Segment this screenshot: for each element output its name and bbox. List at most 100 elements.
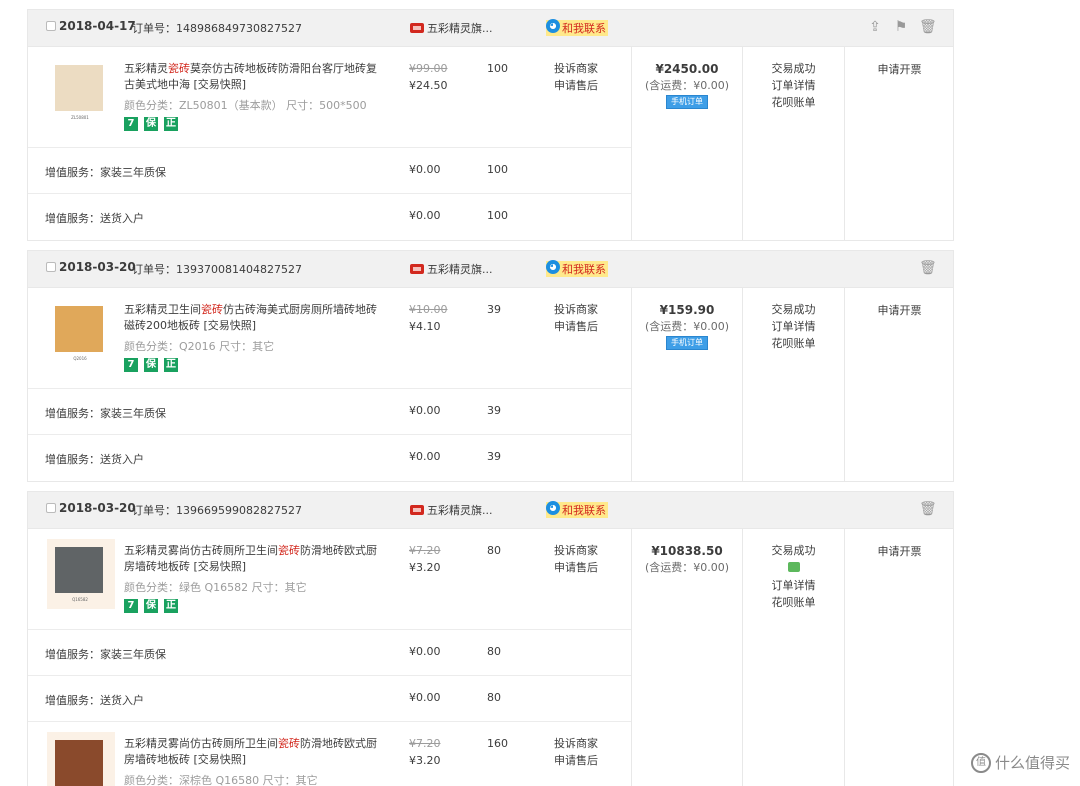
order-detail-link[interactable]: 订单详情 xyxy=(743,577,844,594)
order-checkbox[interactable] xyxy=(46,262,56,272)
service-label: 增值服务：送货入户 xyxy=(45,453,144,466)
order-date: 2018-03-20 xyxy=(59,260,136,274)
service-price: ¥0.00 xyxy=(409,404,441,417)
complain-seller-link[interactable]: 投诉商家 xyxy=(554,735,598,752)
order-date: 2018-03-20 xyxy=(59,501,136,515)
original-price: ¥10.00 xyxy=(409,303,448,316)
service-row: 增值服务：家装三年质保 ¥0.00 100 xyxy=(28,148,631,194)
product-title-link[interactable]: 五彩精灵卫生间瓷砖仿古砖海美式厨房厕所墙砖地砖磁砖200地板砖 [交易快照] xyxy=(124,302,379,334)
smzdm-logo-icon: 值 xyxy=(970,752,991,773)
product-image[interactable] xyxy=(47,732,115,786)
seven-day-return-icon[interactable]: 7 xyxy=(124,358,138,372)
service-label: 增值服务：送货入户 xyxy=(45,212,144,225)
mobile-order-tag: 手机订单 xyxy=(666,336,708,350)
shop-link[interactable]: 五彩精灵旗... xyxy=(410,502,493,518)
mobile-order-tag: 手机订单 xyxy=(666,95,708,109)
authentic-icon[interactable]: 正 xyxy=(164,117,178,131)
product-title-link[interactable]: 五彩精灵雾尚仿古砖厕所卫生间瓷砖防滑地砖欧式厨房墙砖地板砖 [交易快照] xyxy=(124,736,379,768)
service-price: ¥0.00 xyxy=(409,645,441,658)
order-total: ¥2450.00 xyxy=(655,62,719,76)
quantity: 100 xyxy=(487,62,508,75)
wangwang-icon: ◕ xyxy=(546,501,560,515)
after-sale-link[interactable]: 申请售后 xyxy=(554,752,598,769)
service-qty: 100 xyxy=(487,209,508,222)
service-qty: 39 xyxy=(487,404,501,417)
service-row: 增值服务：送货入户 ¥0.00 100 xyxy=(28,194,631,240)
order-item-row: Q2016 五彩精灵卫生间瓷砖仿古砖海美式厨房厕所墙砖地砖磁砖200地板砖 [交… xyxy=(28,288,631,389)
seven-day-return-icon[interactable]: 7 xyxy=(124,599,138,613)
service-row: 增值服务：送货入户 ¥0.00 39 xyxy=(28,435,631,481)
after-sale-link[interactable]: 申请售后 xyxy=(554,559,598,576)
seven-day-return-icon[interactable]: 7 xyxy=(124,117,138,131)
guarantee-icon[interactable]: 保 xyxy=(144,117,158,131)
trash-icon[interactable]: 🗑 xyxy=(919,260,937,276)
trade-status: 交易成功 xyxy=(771,303,816,316)
trash-icon[interactable]: 🗑 xyxy=(919,19,937,35)
service-price: ¥0.00 xyxy=(409,209,441,222)
contact-seller-button[interactable]: ◕ 和我联系 xyxy=(546,19,608,36)
invoice-link[interactable]: 申请开票 xyxy=(845,61,954,77)
order-detail-link[interactable]: 订单详情 xyxy=(743,77,844,94)
after-sale-link[interactable]: 申请售后 xyxy=(554,318,598,335)
service-row: 增值服务：家装三年质保 ¥0.00 80 xyxy=(28,630,631,676)
tmall-shop-icon xyxy=(410,505,424,515)
order-card: 2018-03-20 订单号：139370081404827527 五彩精灵旗.… xyxy=(27,250,954,482)
product-title-link[interactable]: 五彩精灵瓷砖莫奈仿古砖地板砖防滑阳台客厅地砖复古美式地中海 [交易快照] xyxy=(124,61,379,93)
order-checkbox[interactable] xyxy=(46,21,56,31)
huabei-bill-link[interactable]: 花呗账单 xyxy=(743,594,844,611)
complain-seller-link[interactable]: 投诉商家 xyxy=(554,542,598,559)
quantity: 80 xyxy=(487,544,501,557)
product-title-link[interactable]: 五彩精灵雾尚仿古砖厕所卫生间瓷砖防滑地砖欧式厨房墙砖地板砖 [交易快照] xyxy=(124,543,379,575)
wangwang-icon: ◕ xyxy=(546,260,560,274)
order-date: 2018-04-17 xyxy=(59,19,136,33)
unit-price: ¥3.20 xyxy=(409,754,441,767)
huabei-bill-link[interactable]: 花呗账单 xyxy=(743,335,844,352)
product-image[interactable]: ZL50801 xyxy=(47,57,115,127)
complain-seller-link[interactable]: 投诉商家 xyxy=(554,60,598,77)
shop-link[interactable]: 五彩精灵旗... xyxy=(410,261,493,277)
service-row: 增值服务：家装三年质保 ¥0.00 39 xyxy=(28,389,631,435)
service-label: 增值服务：家装三年质保 xyxy=(45,648,166,661)
after-sale-link[interactable]: 申请售后 xyxy=(554,77,598,94)
original-price: ¥7.20 xyxy=(409,544,441,557)
trash-icon[interactable]: 🗑 xyxy=(919,501,937,517)
quantity: 160 xyxy=(487,737,508,750)
original-price: ¥99.00 xyxy=(409,62,448,75)
shop-link[interactable]: 五彩精灵旗... xyxy=(410,20,493,36)
chat-icon[interactable] xyxy=(787,562,800,572)
guarantee-icon[interactable]: 保 xyxy=(144,599,158,613)
order-item-row: ZL50801 五彩精灵瓷砖莫奈仿古砖地板砖防滑阳台客厅地砖复古美式地中海 [交… xyxy=(28,47,631,148)
tmall-shop-icon xyxy=(410,264,424,274)
order-item-row: 五彩精灵雾尚仿古砖厕所卫生间瓷砖防滑地砖欧式厨房墙砖地板砖 [交易快照] 颜色分… xyxy=(28,722,631,786)
authentic-icon[interactable]: 正 xyxy=(164,358,178,372)
original-price: ¥7.20 xyxy=(409,737,441,750)
service-qty: 39 xyxy=(487,450,501,463)
product-image[interactable]: Q16582 xyxy=(47,539,115,609)
order-checkbox[interactable] xyxy=(46,503,56,513)
unit-price: ¥24.50 xyxy=(409,79,448,92)
order-card: 2018-04-17 订单号：148986849730827527 五彩精灵旗.… xyxy=(27,9,954,241)
service-label: 增值服务：送货入户 xyxy=(45,694,144,707)
product-attributes: 颜色分类：ZL50801（基本款） 尺寸：500*500 xyxy=(124,99,367,112)
invoice-link[interactable]: 申请开票 xyxy=(845,302,954,318)
authentic-icon[interactable]: 正 xyxy=(164,599,178,613)
service-label: 增值服务：家装三年质保 xyxy=(45,166,166,179)
huabei-bill-link[interactable]: 花呗账单 xyxy=(743,94,844,111)
service-qty: 100 xyxy=(487,163,508,176)
product-image[interactable]: Q2016 xyxy=(47,298,115,368)
contact-seller-button[interactable]: ◕ 和我联系 xyxy=(546,260,608,277)
order-header: 2018-04-17 订单号：148986849730827527 五彩精灵旗.… xyxy=(28,10,953,47)
order-detail-link[interactable]: 订单详情 xyxy=(743,318,844,335)
contact-seller-button[interactable]: ◕ 和我联系 xyxy=(546,501,608,518)
flag-icon[interactable]: ⚑ xyxy=(893,19,909,35)
quantity: 39 xyxy=(487,303,501,316)
watermark: 值 什么值得买 xyxy=(970,752,1070,773)
share-icon[interactable]: ⇪ xyxy=(867,19,883,35)
guarantee-icon[interactable]: 保 xyxy=(144,358,158,372)
complain-seller-link[interactable]: 投诉商家 xyxy=(554,301,598,318)
order-header: 2018-03-20 订单号：139669599082827527 五彩精灵旗.… xyxy=(28,492,953,529)
order-number: 订单号：148986849730827527 xyxy=(132,22,302,35)
invoice-link[interactable]: 申请开票 xyxy=(845,543,954,559)
trade-status: 交易成功 xyxy=(771,544,816,557)
tmall-shop-icon xyxy=(410,23,424,33)
